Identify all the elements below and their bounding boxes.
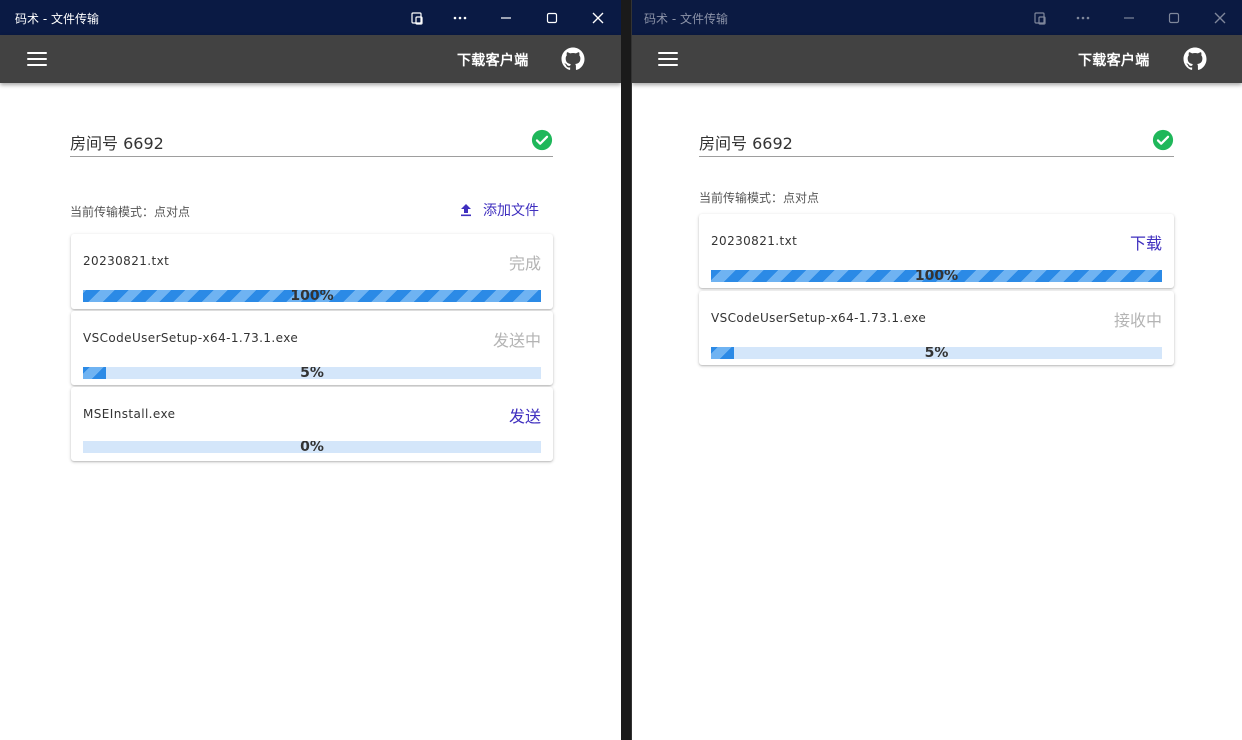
hamburger-menu-icon[interactable] [658, 52, 678, 66]
hamburger-menu-icon[interactable] [27, 52, 47, 66]
file-card: MSEInstall.exe 发送 0% [71, 387, 553, 461]
progress-label: 100% [914, 270, 959, 282]
file-name: VSCodeUserSetup-x64-1.73.1.exe [83, 331, 299, 345]
progress-label: 5% [924, 347, 949, 359]
add-file-button[interactable]: 添加文件 [459, 200, 539, 220]
file-card: 20230821.txt 下载 100% [699, 214, 1174, 288]
file-name: 20230821.txt [711, 234, 798, 248]
github-icon[interactable] [1183, 47, 1207, 71]
minimize-icon[interactable] [483, 0, 529, 35]
progress-bar: 5% [83, 367, 541, 379]
file-name: 20230821.txt [83, 254, 170, 268]
title-bar: 码术 - 文件传输 [0, 0, 621, 35]
close-icon[interactable] [1197, 0, 1242, 35]
snap-layout-icon[interactable] [1018, 0, 1064, 35]
room-number-label: 房间号 6692 [699, 134, 793, 153]
file-name: VSCodeUserSetup-x64-1.73.1.exe [711, 311, 927, 325]
app-bar: 下载客户端 [0, 35, 621, 83]
file-card: VSCodeUserSetup-x64-1.73.1.exe 接收中 5% [699, 291, 1174, 365]
download-button[interactable]: 下载 [1130, 230, 1162, 254]
upload-icon [461, 204, 471, 217]
room-number-label: 房间号 6692 [70, 134, 164, 153]
file-status: 完成 [508, 254, 541, 273]
download-client-button[interactable]: 下载客户端 [457, 50, 529, 70]
file-name: MSEInstall.exe [83, 407, 176, 421]
window-title: 码术 - 文件传输 [644, 12, 728, 26]
close-icon[interactable] [575, 0, 621, 35]
minimize-icon[interactable] [1106, 0, 1152, 35]
room-number-field[interactable]: 房间号 6692 [70, 117, 553, 157]
file-card: 20230821.txt 完成 100% [71, 234, 553, 309]
room-number-field[interactable]: 房间号 6692 [699, 117, 1174, 157]
progress-label: 5% [300, 367, 324, 379]
github-icon[interactable] [561, 47, 585, 71]
app-bar: 下载客户端 [632, 35, 1242, 83]
window-title: 码术 - 文件传输 [15, 12, 99, 26]
transfer-mode-label: 当前传输模式：点对点 [70, 205, 191, 219]
right-window: 码术 - 文件传输 下载客户端 房间号 6692 当前传输模式：点对点 2023… [631, 0, 1242, 740]
check-circle-icon [1152, 129, 1174, 151]
more-icon[interactable] [437, 0, 483, 35]
download-client-button[interactable]: 下载客户端 [1078, 50, 1150, 70]
title-bar: 码术 - 文件传输 [632, 0, 1242, 35]
progress-bar: 100% [711, 270, 1162, 282]
send-button[interactable]: 发送 [509, 403, 541, 427]
progress-bar: 100% [83, 290, 541, 302]
left-window: 码术 - 文件传输 下载客户端 房间号 6692 当前传输模式：点对点 添加文件 [0, 0, 622, 740]
maximize-icon[interactable] [1151, 0, 1197, 35]
file-status: 发送中 [492, 331, 541, 350]
progress-label: 100% [290, 290, 334, 302]
maximize-icon[interactable] [529, 0, 575, 35]
progress-bar: 5% [711, 347, 1162, 359]
file-status: 接收中 [1113, 311, 1162, 330]
transfer-mode-label: 当前传输模式：点对点 [699, 191, 820, 205]
check-circle-icon [531, 129, 553, 151]
progress-bar: 0% [83, 441, 541, 453]
add-file-label: 添加文件 [483, 203, 539, 219]
more-icon[interactable] [1060, 0, 1106, 35]
snap-layout-icon[interactable] [395, 0, 441, 35]
file-card: VSCodeUserSetup-x64-1.73.1.exe 发送中 5% [71, 311, 553, 385]
progress-label: 0% [300, 441, 324, 453]
